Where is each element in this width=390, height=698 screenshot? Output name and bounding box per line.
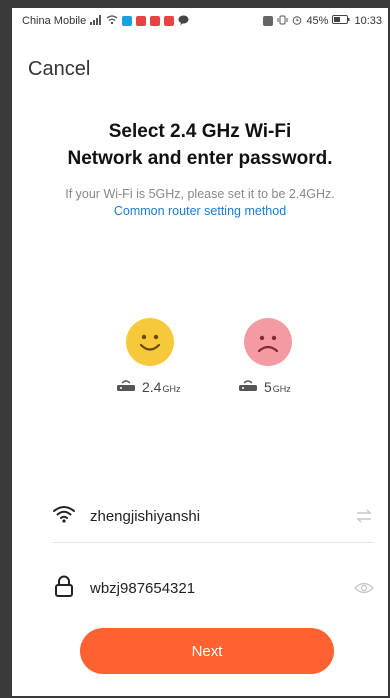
switch-network-icon[interactable] <box>352 504 376 528</box>
status-left: China Mobile <box>22 14 189 28</box>
battery-percent: 45% <box>306 15 329 27</box>
happy-face-icon <box>126 318 174 366</box>
next-button[interactable]: Next <box>80 628 334 674</box>
alarm-icon <box>292 15 302 28</box>
vibrate-icon <box>277 15 288 28</box>
band-24-unit: GHz <box>162 383 181 394</box>
page-title: Select 2.4 GHz Wi-Fi Network and enter p… <box>12 118 388 172</box>
password-field[interactable]: wbzj987654321 <box>52 566 376 610</box>
signal-icon <box>90 14 102 28</box>
sad-face-icon <box>244 318 292 366</box>
lock-icon <box>52 575 76 602</box>
title-line-1: Select 2.4 GHz Wi-Fi <box>108 121 292 142</box>
band-5-unit: GHz <box>272 383 291 394</box>
wifi-ssid-value[interactable]: zhengjishiyanshi <box>90 508 352 525</box>
phone-screen: China Mobile 45% 10:33 Cancel Select 2.4… <box>12 8 388 696</box>
title-line-2: Network and enter password. <box>67 148 333 169</box>
app-notification-icon <box>164 16 175 26</box>
router-setting-link[interactable]: Common router setting method <box>114 204 286 218</box>
wifi-icon <box>52 504 76 529</box>
field-divider <box>52 542 374 543</box>
nfc-icon <box>263 16 274 26</box>
app-notification-icon <box>122 16 133 26</box>
chat-icon <box>178 15 189 28</box>
subtitle-text: If your Wi-Fi is 5GHz, please set it to … <box>65 187 335 201</box>
password-value[interactable]: wbzj987654321 <box>90 580 352 597</box>
carrier-label: China Mobile <box>22 15 87 27</box>
battery-icon <box>332 15 350 27</box>
clock-time: 10:33 <box>354 15 382 27</box>
status-bar: China Mobile 45% 10:33 <box>12 8 388 34</box>
router-icon <box>116 378 136 395</box>
wifi-ssid-field[interactable]: zhengjishiyanshi <box>52 494 376 538</box>
band-5-value: 5 <box>264 378 272 395</box>
wifi-status-icon <box>106 14 118 28</box>
band-24-value: 2.4 <box>142 378 162 395</box>
cancel-button[interactable]: Cancel <box>28 58 90 81</box>
router-icon <box>238 378 258 395</box>
show-password-eye-icon[interactable] <box>352 576 376 600</box>
app-notification-icon <box>150 16 161 26</box>
status-right: 45% 10:33 <box>263 15 382 28</box>
band-24ghz: 2.4GHz <box>116 378 180 395</box>
band-5ghz: 5GHz <box>238 378 291 395</box>
page-subtitle: If your Wi-Fi is 5GHz, please set it to … <box>52 186 348 220</box>
app-notification-icon <box>136 16 147 26</box>
